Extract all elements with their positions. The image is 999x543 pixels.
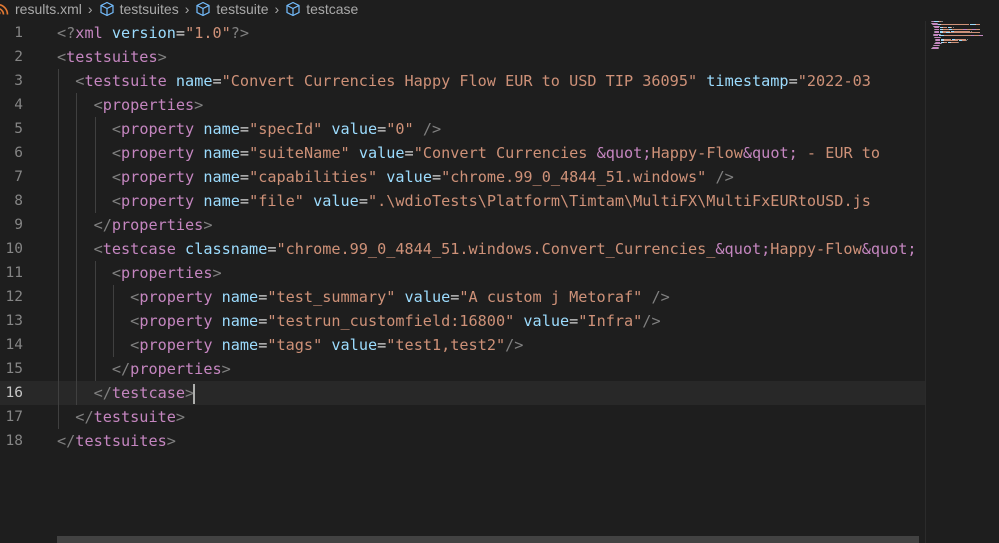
code-text: </properties> bbox=[111, 360, 231, 378]
code-line[interactable]: 5 <property name="specId" value="0" /> bbox=[0, 117, 925, 141]
minimap-mark bbox=[966, 40, 968, 42]
breadcrumb-item-testcase[interactable]: testcase bbox=[285, 1, 358, 17]
indent-guide bbox=[58, 69, 59, 429]
minimap-mark bbox=[941, 21, 943, 22]
minimap-mark bbox=[940, 43, 942, 45]
line-number: 3 bbox=[14, 73, 23, 89]
code-text: <?xml version="1.0"?> bbox=[57, 24, 250, 42]
code-line[interactable]: 15 </properties> bbox=[0, 357, 925, 381]
minimap-mark bbox=[957, 41, 960, 43]
code-line[interactable]: 7 <property name="capabilities" value="c… bbox=[0, 165, 925, 189]
breadcrumb: results.xml › testsuites › testsuite › t… bbox=[0, 0, 999, 17]
code-editor[interactable]: 1 <?xml version="1.0"?> 2 <testsuites> 3 <te… bbox=[0, 21, 925, 543]
code-line[interactable]: 10 <testcase classname="chrome.99_0_4844… bbox=[0, 237, 925, 261]
indent-guide bbox=[112, 285, 114, 357]
code-text: <property name="test_summary" value="A c… bbox=[130, 288, 670, 306]
breadcrumb-item-testsuite[interactable]: testsuite bbox=[195, 0, 269, 17]
code-text: </testcase> bbox=[93, 383, 196, 404]
code-line[interactable]: 8 <property name="file" value=".\wdioTes… bbox=[0, 189, 925, 213]
code-text: <property name="tags" value="test1,test2… bbox=[130, 336, 524, 354]
symbol-element-icon bbox=[99, 1, 114, 16]
code-text: <property name="file" value=".\wdioTests… bbox=[111, 192, 871, 210]
code-text: <properties> bbox=[93, 96, 204, 114]
line-number: 1 bbox=[14, 25, 23, 41]
editor-window: results.xml › testsuites › testsuite › t… bbox=[0, 0, 999, 543]
code-line[interactable]: 6 <property name="suiteName" value="Conv… bbox=[0, 141, 925, 165]
code-line[interactable]: 18 </testsuites> bbox=[0, 429, 925, 453]
line-number: 12 bbox=[5, 289, 23, 305]
code-line[interactable]: 4 <properties> bbox=[0, 93, 925, 117]
line-number: 4 bbox=[14, 97, 23, 113]
minimap-mark bbox=[940, 24, 970, 26]
breadcrumb-item-label: testsuite bbox=[216, 0, 269, 17]
chevron-right-icon: › bbox=[87, 0, 93, 17]
code-text: <property name="suiteName" value="Conver… bbox=[111, 144, 881, 162]
line-number: 7 bbox=[14, 169, 23, 185]
line-number: 8 bbox=[14, 193, 23, 209]
horizontal-scrollbar-thumb[interactable] bbox=[57, 536, 919, 543]
indent-guide bbox=[94, 261, 96, 381]
line-number: 17 bbox=[5, 409, 23, 425]
minimap-mark bbox=[975, 29, 981, 30]
rss-feed-icon bbox=[0, 3, 9, 15]
line-number: 11 bbox=[5, 265, 23, 281]
breadcrumb-item-testsuites[interactable]: testsuites bbox=[99, 1, 179, 17]
minimap-mark bbox=[943, 41, 947, 43]
vertical-scrollbar[interactable] bbox=[925, 21, 999, 543]
code-line[interactable]: 14 <property name="tags" value="test1,te… bbox=[0, 333, 925, 357]
code-text: <testsuites> bbox=[57, 48, 167, 66]
text-cursor bbox=[193, 383, 196, 404]
code-line[interactable]: 16 </testcase> bbox=[0, 381, 925, 405]
minimap-mark bbox=[949, 32, 980, 34]
minimap-mark bbox=[944, 35, 971, 37]
line-number: 10 bbox=[5, 241, 23, 257]
code-line[interactable]: 1 <?xml version="1.0"?> bbox=[0, 21, 925, 45]
indent-guide bbox=[76, 93, 78, 405]
code-text: <property name="testrun_customfield:1680… bbox=[130, 312, 661, 330]
code-line[interactable]: 9 </properties> bbox=[0, 213, 925, 237]
code-line[interactable]: 3 <testsuite name="Convert Currencies Ha… bbox=[0, 69, 925, 93]
minimap-mark bbox=[937, 48, 939, 50]
line-number: 9 bbox=[14, 217, 23, 233]
minimap-mark bbox=[975, 24, 980, 26]
indent-guide bbox=[94, 117, 96, 213]
line-number: 13 bbox=[5, 313, 23, 329]
code-text: </properties> bbox=[93, 216, 213, 234]
breadcrumb-item-label: testsuites bbox=[119, 0, 179, 17]
minimap[interactable] bbox=[931, 21, 999, 51]
line-number: 18 bbox=[5, 433, 23, 449]
code-text: </testsuites> bbox=[57, 432, 176, 450]
minimap-mark bbox=[950, 41, 958, 43]
breadcrumb-file[interactable]: results.xml bbox=[0, 1, 82, 17]
code-line[interactable]: 12 <property name="test_summary" value="… bbox=[0, 285, 925, 309]
code-text: </testsuite> bbox=[75, 408, 186, 426]
minimap-mark bbox=[979, 35, 983, 37]
code-text: <property name="specId" value="0" /> bbox=[111, 120, 442, 138]
code-text: <property name="capabilities" value="chr… bbox=[111, 168, 734, 186]
breadcrumb-file-label: results.xml bbox=[15, 0, 82, 17]
minimap-mark bbox=[942, 32, 946, 34]
chevron-right-icon: › bbox=[184, 0, 190, 17]
code-text: <testcase classname="chrome.99_0_4844_51… bbox=[93, 240, 917, 258]
line-number: 6 bbox=[14, 145, 23, 161]
chevron-right-icon: › bbox=[274, 0, 280, 17]
symbol-element-icon bbox=[286, 1, 300, 16]
code-text: <properties> bbox=[111, 264, 222, 282]
code-line[interactable]: 17 </testsuite> bbox=[0, 405, 925, 429]
line-number: 14 bbox=[5, 337, 23, 353]
line-number: 5 bbox=[14, 121, 23, 137]
code-line[interactable]: 2 <testsuites> bbox=[0, 45, 925, 69]
code-line[interactable]: 11 <properties> bbox=[0, 261, 925, 285]
code-line[interactable]: 13 <property name="testrun_customfield:1… bbox=[0, 309, 925, 333]
breadcrumb-item-label: testcase bbox=[306, 0, 359, 17]
line-number: 2 bbox=[14, 49, 23, 65]
symbol-element-icon bbox=[196, 1, 210, 16]
line-number: 15 bbox=[5, 361, 23, 377]
line-number: 16 bbox=[5, 385, 23, 401]
code-text: <testsuite name="Convert Currencies Happ… bbox=[75, 72, 871, 90]
